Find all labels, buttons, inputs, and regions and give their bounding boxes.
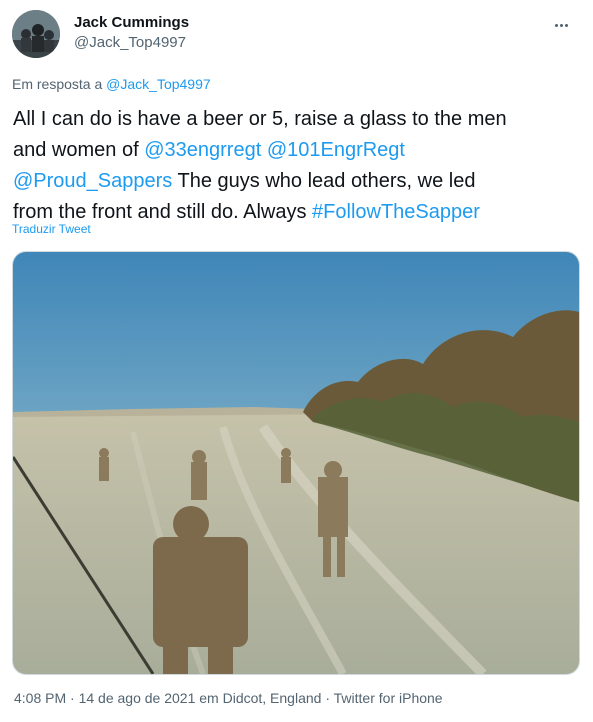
tweet: Jack Cummings @Jack_Top4997 Em resposta … — [0, 0, 593, 722]
tweet-line-4: from the front and still do. Always — [13, 201, 307, 223]
translate-tweet-link[interactable]: Traduzir Tweet — [12, 222, 91, 236]
reply-context: Em resposta a @Jack_Top4997 — [12, 76, 211, 92]
reply-prefix: Em resposta a — [12, 76, 103, 92]
tweet-meta: 4:08 PM · 14 de ago de 2021 em Didcot, E… — [14, 690, 443, 706]
tweet-after-mentions: The guys who lead others, we led — [177, 170, 476, 192]
mention-proud-sappers[interactable]: @Proud_Sappers — [13, 170, 172, 192]
tweet-line-1: All I can do is have a beer or 5, raise … — [13, 108, 507, 130]
reply-mention-link[interactable]: @Jack_Top4997 — [106, 76, 211, 92]
tweet-source[interactable]: Twitter for iPhone — [334, 690, 443, 706]
tweet-text: All I can do is have a beer or 5, raise … — [13, 104, 583, 228]
tweet-time[interactable]: 4:08 PM — [14, 690, 66, 706]
tweet-date-location[interactable]: 14 de ago de 2021 em Didcot, England — [79, 690, 322, 706]
hashtag-followthesapper[interactable]: #FollowTheSapper — [312, 201, 480, 223]
mention-101engrregt[interactable]: @101EngrRegt — [267, 139, 405, 161]
author-block[interactable]: Jack Cummings @Jack_Top4997 — [74, 13, 189, 53]
tweet-and-women-of: and women of — [13, 139, 139, 161]
mention-33engrregt[interactable]: @33engrregt — [144, 139, 261, 161]
meta-separator: · — [70, 690, 75, 706]
more-horizontal-icon[interactable] — [555, 14, 575, 28]
author-name[interactable]: Jack Cummings — [74, 13, 189, 33]
meta-separator: · — [325, 690, 331, 706]
photo-soldiers-desert — [13, 252, 579, 674]
tweet-photo[interactable] — [12, 251, 580, 675]
avatar[interactable] — [12, 10, 60, 58]
author-handle[interactable]: @Jack_Top4997 — [74, 33, 189, 53]
